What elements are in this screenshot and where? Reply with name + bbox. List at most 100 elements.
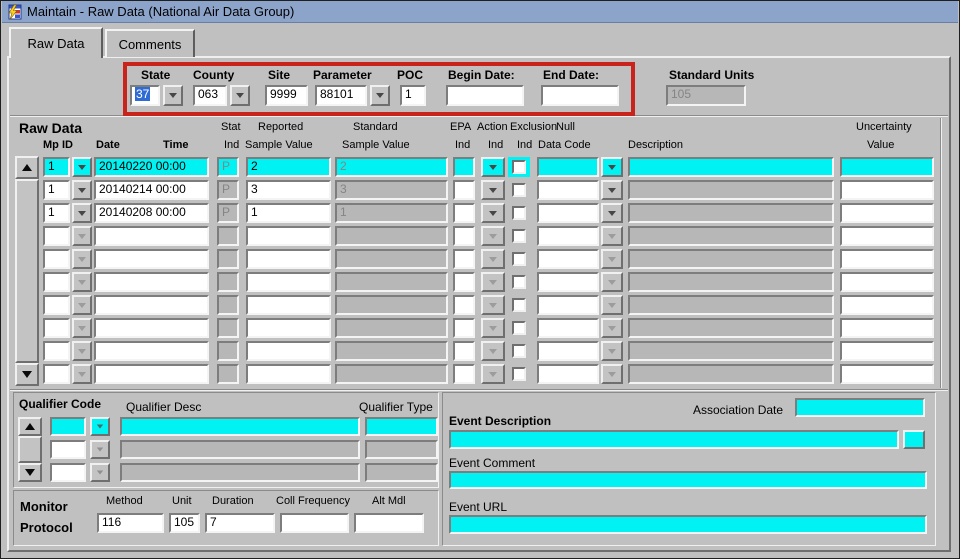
null-data-code-dropdown-button[interactable] bbox=[601, 364, 623, 384]
mp-id-dropdown-button[interactable] bbox=[72, 341, 92, 361]
reported-sample-value-field[interactable]: 1 bbox=[246, 203, 331, 223]
exclusion-ind-checkbox[interactable] bbox=[512, 183, 526, 197]
null-data-code-dropdown-button[interactable] bbox=[601, 203, 623, 223]
qualifier-scroll-down-button[interactable] bbox=[18, 463, 42, 482]
null-data-code-field[interactable] bbox=[537, 295, 599, 315]
mp-id-dropdown-button[interactable] bbox=[72, 180, 92, 200]
mp-id-dropdown-button[interactable] bbox=[72, 249, 92, 269]
action-ind-dropdown-button[interactable] bbox=[481, 295, 505, 315]
coll-frequency-field[interactable] bbox=[280, 513, 349, 533]
site-field[interactable]: 9999 bbox=[265, 85, 308, 106]
action-ind-dropdown-button[interactable] bbox=[481, 180, 505, 200]
uncertainty-value-field[interactable] bbox=[840, 203, 934, 223]
null-data-code-field[interactable] bbox=[537, 157, 599, 177]
uncertainty-value-field[interactable] bbox=[840, 318, 934, 338]
null-data-code-dropdown-button[interactable] bbox=[601, 180, 623, 200]
event-comment-field[interactable] bbox=[449, 471, 927, 489]
unit-field[interactable]: 105 bbox=[169, 513, 200, 533]
qualifier-code-field[interactable] bbox=[50, 463, 86, 482]
mp-id-field[interactable]: 1 bbox=[43, 157, 70, 177]
action-ind-dropdown-button[interactable] bbox=[481, 272, 505, 292]
mp-id-field[interactable] bbox=[43, 249, 70, 269]
action-ind-dropdown-button[interactable] bbox=[481, 203, 505, 223]
reported-sample-value-field[interactable] bbox=[246, 295, 331, 315]
mp-id-field[interactable] bbox=[43, 295, 70, 315]
null-data-code-dropdown-button[interactable] bbox=[601, 272, 623, 292]
exclusion-ind-checkbox[interactable] bbox=[512, 229, 526, 243]
uncertainty-value-field[interactable] bbox=[840, 295, 934, 315]
date-time-field[interactable] bbox=[94, 249, 209, 269]
action-ind-dropdown-button[interactable] bbox=[481, 341, 505, 361]
epa-ind-field[interactable] bbox=[453, 249, 475, 269]
end-date-field[interactable] bbox=[541, 85, 619, 106]
reported-sample-value-field[interactable]: 3 bbox=[246, 180, 331, 200]
mp-id-dropdown-button[interactable] bbox=[72, 318, 92, 338]
grid-scroll-down-button[interactable] bbox=[15, 363, 39, 386]
state-dropdown-button[interactable] bbox=[163, 85, 183, 106]
epa-ind-field[interactable] bbox=[453, 272, 475, 292]
duration-field[interactable]: 7 bbox=[205, 513, 275, 533]
epa-ind-field[interactable] bbox=[453, 157, 475, 177]
uncertainty-value-field[interactable] bbox=[840, 180, 934, 200]
null-data-code-dropdown-button[interactable] bbox=[601, 318, 623, 338]
qualifier-scroll-thumb[interactable] bbox=[18, 436, 42, 463]
mp-id-dropdown-button[interactable] bbox=[72, 272, 92, 292]
action-ind-dropdown-button[interactable] bbox=[481, 364, 505, 384]
qualifier-code-dropdown-button[interactable] bbox=[90, 440, 110, 459]
reported-sample-value-field[interactable] bbox=[246, 249, 331, 269]
mp-id-field[interactable] bbox=[43, 226, 70, 246]
event-description-field[interactable] bbox=[449, 430, 899, 449]
null-data-code-field[interactable] bbox=[537, 364, 599, 384]
null-data-code-field[interactable] bbox=[537, 341, 599, 361]
exclusion-ind-checkbox[interactable] bbox=[512, 321, 526, 335]
date-time-field[interactable]: 20140214 00:00 bbox=[94, 180, 209, 200]
action-ind-dropdown-button[interactable] bbox=[481, 249, 505, 269]
reported-sample-value-field[interactable] bbox=[246, 318, 331, 338]
mp-id-dropdown-button[interactable] bbox=[72, 295, 92, 315]
reported-sample-value-field[interactable] bbox=[246, 226, 331, 246]
reported-sample-value-field[interactable] bbox=[246, 341, 331, 361]
county-field[interactable]: 063 bbox=[193, 85, 227, 106]
epa-ind-field[interactable] bbox=[453, 318, 475, 338]
mp-id-field[interactable] bbox=[43, 341, 70, 361]
parameter-field[interactable]: 88101 bbox=[315, 85, 367, 106]
mp-id-dropdown-button[interactable] bbox=[72, 203, 92, 223]
exclusion-ind-checkbox[interactable] bbox=[512, 344, 526, 358]
epa-ind-field[interactable] bbox=[453, 295, 475, 315]
epa-ind-field[interactable] bbox=[453, 364, 475, 384]
mp-id-dropdown-button[interactable] bbox=[72, 226, 92, 246]
epa-ind-field[interactable] bbox=[453, 180, 475, 200]
exclusion-ind-checkbox[interactable] bbox=[512, 160, 526, 174]
null-data-code-dropdown-button[interactable] bbox=[601, 341, 623, 361]
alt-mdl-field[interactable] bbox=[354, 513, 424, 533]
null-data-code-field[interactable] bbox=[537, 180, 599, 200]
exclusion-ind-checkbox[interactable] bbox=[512, 206, 526, 220]
mp-id-field[interactable] bbox=[43, 272, 70, 292]
epa-ind-field[interactable] bbox=[453, 341, 475, 361]
uncertainty-value-field[interactable] bbox=[840, 157, 934, 177]
date-time-field[interactable] bbox=[94, 295, 209, 315]
tab-raw-data[interactable]: Raw Data bbox=[9, 27, 103, 58]
null-data-code-field[interactable] bbox=[537, 203, 599, 223]
exclusion-ind-checkbox[interactable] bbox=[512, 367, 526, 381]
mp-id-field[interactable]: 1 bbox=[43, 203, 70, 223]
mp-id-field[interactable]: 1 bbox=[43, 180, 70, 200]
uncertainty-value-field[interactable] bbox=[840, 226, 934, 246]
uncertainty-value-field[interactable] bbox=[840, 364, 934, 384]
reported-sample-value-field[interactable] bbox=[246, 272, 331, 292]
event-description-lov-button[interactable] bbox=[903, 430, 925, 449]
action-ind-dropdown-button[interactable] bbox=[481, 157, 505, 177]
action-ind-dropdown-button[interactable] bbox=[481, 226, 505, 246]
reported-sample-value-field[interactable] bbox=[246, 364, 331, 384]
date-time-field[interactable] bbox=[94, 318, 209, 338]
reported-sample-value-field[interactable]: 2 bbox=[246, 157, 331, 177]
null-data-code-field[interactable] bbox=[537, 272, 599, 292]
date-time-field[interactable] bbox=[94, 226, 209, 246]
event-url-field[interactable] bbox=[449, 515, 927, 534]
qualifier-code-field[interactable] bbox=[50, 440, 86, 459]
qualifier-code-dropdown-button[interactable] bbox=[90, 417, 110, 436]
mp-id-dropdown-button[interactable] bbox=[72, 157, 92, 177]
uncertainty-value-field[interactable] bbox=[840, 272, 934, 292]
null-data-code-dropdown-button[interactable] bbox=[601, 295, 623, 315]
null-data-code-dropdown-button[interactable] bbox=[601, 157, 623, 177]
